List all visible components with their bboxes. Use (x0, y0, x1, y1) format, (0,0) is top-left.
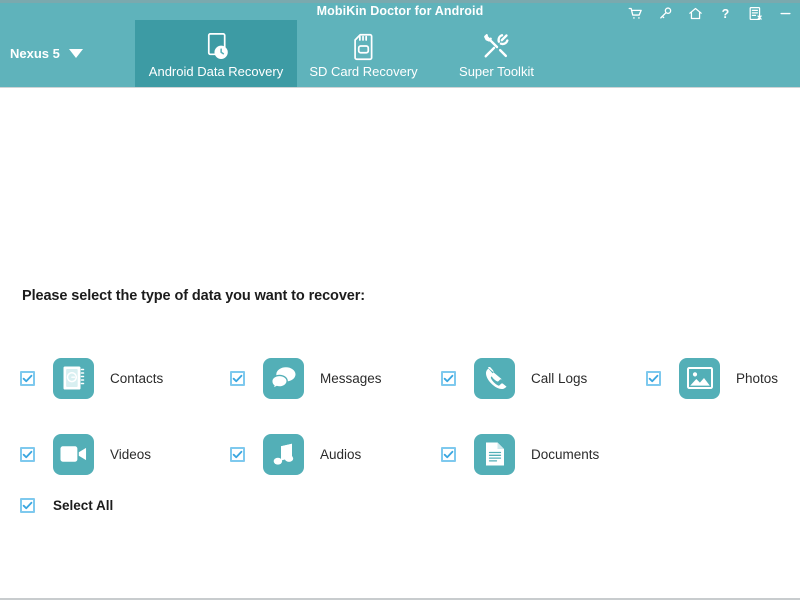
key-icon[interactable] (657, 5, 674, 22)
tab-super-toolkit[interactable]: Super Toolkit (430, 20, 563, 87)
tab-label: Super Toolkit (459, 63, 534, 79)
data-type-call-logs[interactable]: Call Logs (416, 340, 623, 416)
video-camera-icon[interactable] (53, 433, 94, 475)
feedback-icon[interactable] (747, 5, 764, 22)
data-type-contacts[interactable]: Contacts (0, 340, 208, 416)
checkbox-photos[interactable] (646, 370, 661, 386)
application-window: MobiKin Doctor for Android ? Nexus 5 And… (0, 0, 800, 600)
device-selector[interactable]: Nexus 5 (0, 20, 135, 87)
data-type-label: Documents (531, 446, 600, 462)
contacts-book-icon[interactable] (53, 357, 94, 399)
title-bar: MobiKin Doctor for Android ? (0, 0, 800, 20)
data-type-row: Videos Audios Documents (0, 416, 800, 492)
chevron-down-icon (68, 49, 83, 58)
select-all-label: Select All (53, 498, 114, 513)
phone-clock-icon (203, 32, 230, 62)
minimize-icon[interactable] (777, 5, 794, 22)
tab-label: SD Card Recovery (309, 63, 418, 79)
data-type-messages[interactable]: Messages (208, 340, 416, 416)
checkbox-documents[interactable] (441, 446, 456, 462)
page-title: Please select the type of data you want … (22, 288, 366, 304)
speech-bubbles-icon[interactable] (263, 357, 304, 399)
checkbox-contacts[interactable] (20, 370, 35, 386)
picture-icon[interactable] (679, 357, 720, 399)
phone-handset-icon[interactable] (474, 357, 515, 399)
checkbox-videos[interactable] (20, 446, 35, 462)
document-page-icon[interactable] (474, 433, 515, 475)
data-type-audios[interactable]: Audios (208, 416, 416, 492)
checkbox-call-logs[interactable] (441, 370, 456, 386)
checkbox-audios[interactable] (230, 446, 245, 462)
data-type-documents[interactable]: Documents (416, 416, 623, 492)
data-type-label: Photos (736, 370, 779, 386)
data-type-grid: Contacts Messages Call Logs Photos Video… (0, 340, 800, 492)
checkbox-messages[interactable] (230, 370, 245, 386)
cart-icon[interactable] (627, 5, 644, 22)
data-type-row: Contacts Messages Call Logs Photos (0, 340, 800, 416)
device-name-label: Nexus 5 (10, 46, 60, 61)
svg-text:?: ? (722, 6, 730, 20)
navigation-bar: Nexus 5 Android Data Recovery SD Card Re… (0, 20, 800, 88)
tools-icon (483, 32, 510, 62)
tab-label: Android Data Recovery (148, 63, 284, 79)
data-type-label: Videos (110, 446, 152, 462)
data-type-videos[interactable]: Videos (0, 416, 208, 492)
checkbox-select-all[interactable] (20, 498, 35, 513)
select-all-row[interactable]: Select All (20, 498, 113, 513)
data-type-label: Messages (320, 370, 382, 386)
sd-card-icon (353, 32, 374, 62)
music-note-icon[interactable] (263, 433, 304, 475)
data-type-label: Call Logs (531, 370, 588, 386)
help-icon[interactable]: ? (717, 5, 734, 22)
data-type-photos[interactable]: Photos (623, 340, 800, 416)
main-content: Please select the type of data you want … (0, 88, 800, 598)
data-type-label: Contacts (110, 370, 164, 386)
data-type-label: Audios (320, 446, 362, 462)
home-icon[interactable] (687, 5, 704, 22)
tab-sd-card-recovery[interactable]: SD Card Recovery (297, 20, 430, 87)
tab-android-data-recovery[interactable]: Android Data Recovery (135, 20, 297, 87)
